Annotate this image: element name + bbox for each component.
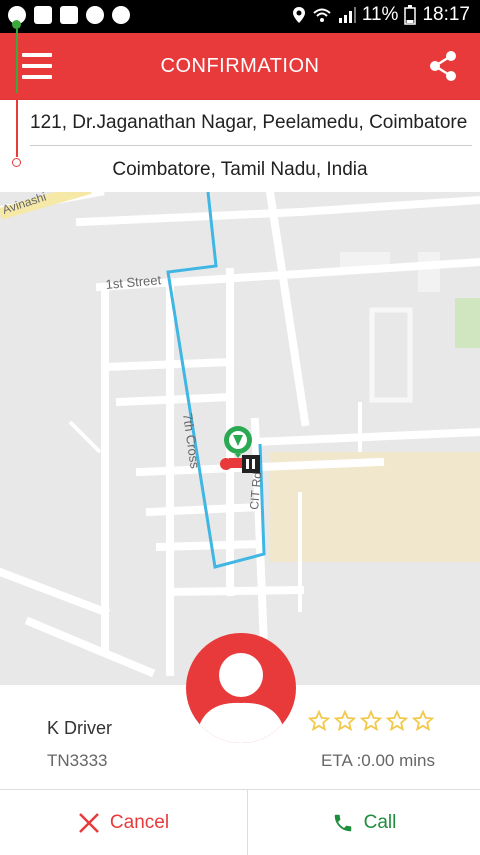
image-icon: [60, 6, 78, 24]
star-outline-icon: [334, 710, 356, 732]
star-outline-icon: [308, 710, 330, 732]
close-icon: [79, 812, 99, 833]
route-connector: [16, 29, 18, 157]
drop-dot-icon: [12, 158, 21, 167]
drop-address[interactable]: Coimbatore, Tamil Nadu, India: [20, 147, 460, 192]
app-bar: CONFIRMATION: [0, 33, 480, 100]
person-icon: [196, 653, 286, 743]
globe-icon: [86, 6, 104, 24]
action-bar: Cancel Call: [0, 789, 480, 855]
vehicle-number: TN3333: [47, 751, 108, 770]
call-label: Call: [363, 811, 397, 833]
battery-percent: 11%: [361, 4, 399, 25]
page-title: CONFIRMATION: [160, 55, 320, 77]
pickup-dot-icon: [12, 20, 21, 29]
star-outline-icon: [386, 710, 408, 732]
mail-icon: [34, 6, 52, 24]
park-area: [455, 298, 480, 348]
eta-text: ETA :0.00 mins: [320, 751, 435, 770]
clock: 18:17: [422, 4, 470, 25]
phone-icon: [334, 814, 351, 831]
signal-icon: [338, 7, 356, 23]
driver-name: K Driver: [47, 718, 113, 738]
location-icon: [292, 7, 305, 23]
wifi-icon: [313, 8, 331, 22]
map-view[interactable]: Avinashi 1st Street 7th Cross CIT Rd: [0, 192, 480, 685]
driver-avatar: [186, 633, 296, 743]
rating-stars: [308, 710, 434, 732]
cancel-label: Cancel: [109, 811, 170, 833]
battery-icon: [404, 5, 417, 25]
cancel-button[interactable]: Cancel: [0, 790, 248, 855]
star-outline-icon: [360, 710, 382, 732]
building-block: [418, 252, 440, 292]
status-bar: 11% 18:17: [0, 0, 480, 33]
pickup-address[interactable]: 121, Dr.Jaganathan Nagar, Peelamedu, Coi…: [30, 100, 472, 146]
shield-icon: [112, 6, 130, 24]
route-card: 121, Dr.Jaganathan Nagar, Peelamedu, Coi…: [0, 100, 480, 193]
share-button[interactable]: [426, 49, 460, 83]
call-button[interactable]: Call: [248, 790, 480, 855]
star-outline-icon: [412, 710, 434, 732]
share-icon: [430, 51, 456, 81]
